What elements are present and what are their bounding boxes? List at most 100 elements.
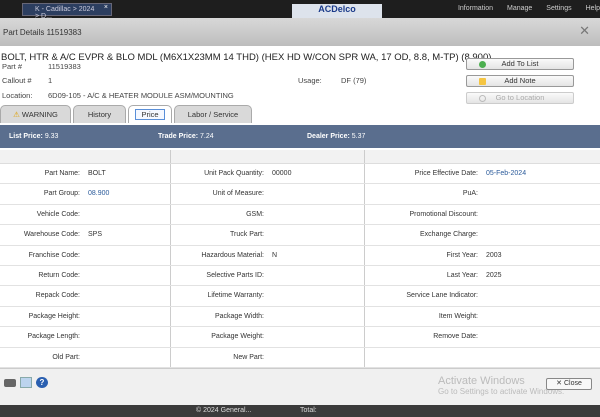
table-row: Warehouse Code: SPS Truck Part: Exchange Ch… bbox=[0, 225, 600, 246]
breadcrumb-tab[interactable]: K - Cadillac > 2024 > D... × bbox=[22, 3, 112, 20]
field-value: 08.900 bbox=[88, 190, 110, 198]
field-value: N bbox=[272, 251, 278, 259]
detail-cell: Hazardous Material: N bbox=[171, 245, 365, 265]
close-label: Close bbox=[563, 380, 582, 387]
field-value: 2003 bbox=[486, 251, 502, 259]
plus-icon bbox=[479, 61, 486, 68]
field-label: Package Width: bbox=[214, 312, 264, 320]
go-to-location-label: Go to Location bbox=[495, 93, 545, 102]
part-details-dialog: Part Details 11519383 ✕ BOLT, HTR & A/C … bbox=[0, 18, 600, 405]
dealer-price-label: Dealer Price: bbox=[307, 133, 350, 140]
field-label: New Part: bbox=[233, 353, 264, 361]
field-label: Exchange Charge: bbox=[420, 231, 478, 239]
tab-history-label: History bbox=[87, 110, 112, 119]
dealer-price-value: 5.37 bbox=[351, 133, 366, 140]
detail-cell: Part Name: BOLT bbox=[0, 164, 171, 184]
table-row: Return Code: Selective Parts ID: Last Year… bbox=[0, 265, 600, 287]
dialog-title: Part Details 11519383 bbox=[3, 27, 82, 37]
usage-value: DF (79) bbox=[341, 76, 367, 85]
field-label: Repack Code: bbox=[35, 292, 80, 300]
field-label: Item Weight: bbox=[438, 312, 478, 320]
table-row: Old Part: New Part: bbox=[0, 347, 600, 368]
detail-cell: Package Length: bbox=[0, 327, 171, 347]
top-bar: K - Cadillac > 2024 > D... × ACDelco Info… bbox=[0, 0, 600, 20]
field-label: Part Group: bbox=[43, 190, 80, 198]
tab-warning-label: WARNING bbox=[21, 110, 58, 119]
close-button[interactable]: ✕ Close bbox=[546, 378, 592, 390]
field-label: Package Weight: bbox=[211, 333, 264, 341]
detail-cell: Item Weight: bbox=[365, 307, 600, 326]
tab-labor-label: Labor / Service bbox=[187, 110, 239, 119]
field-label: Truck Part: bbox=[230, 231, 264, 239]
detail-cell: Lifetime Warranty: bbox=[171, 286, 365, 306]
table-row: Package Height: Package Width: Item Weight… bbox=[0, 306, 600, 328]
tab-price[interactable]: Price bbox=[128, 105, 172, 123]
field-value: SPS bbox=[88, 231, 103, 239]
field-value: 2025 bbox=[486, 271, 502, 279]
detail-cell: Package Weight: bbox=[171, 327, 365, 347]
detail-cell: Promotional Discount: bbox=[365, 205, 600, 224]
detail-cell: Service Lane Indicator: bbox=[365, 286, 600, 305]
nav-settings[interactable]: Settings bbox=[546, 5, 571, 12]
detail-cell: Package Height: bbox=[0, 306, 171, 327]
table-row: Package Length: Package Weight: Remove Dat… bbox=[0, 327, 600, 348]
tab-warning[interactable]: ⚠ WARNING bbox=[0, 105, 71, 123]
callout-value: 1 bbox=[48, 76, 53, 85]
field-label: Unit Pack Quantity: bbox=[204, 170, 264, 177]
detail-cell: Return Code: bbox=[0, 265, 171, 286]
field-label: Promotional Discount: bbox=[409, 210, 478, 218]
detail-cell: Unit of Measure: bbox=[171, 184, 365, 204]
email-icon[interactable] bbox=[20, 377, 32, 388]
detail-cell: Franchise Code: bbox=[0, 245, 171, 265]
usage-label: Usage: bbox=[298, 76, 322, 85]
table-row: Repack Code: Lifetime Warranty: Service La… bbox=[0, 286, 600, 307]
nav-help[interactable]: Help bbox=[586, 5, 600, 12]
field-label: Return Code: bbox=[38, 271, 80, 279]
field-value: 05-Feb-2024 bbox=[486, 170, 527, 177]
help-icon[interactable]: ? bbox=[36, 377, 48, 388]
table-row: Part Group: 08.900 Unit of Measure: PuA: bbox=[0, 184, 600, 205]
add-note-button[interactable]: Add Note bbox=[466, 75, 574, 87]
detail-cell: Selective Parts ID: bbox=[171, 265, 365, 286]
dialog-footer: ? Activate Windows Go to Settings to act… bbox=[0, 368, 600, 405]
add-to-list-label: Add To List bbox=[501, 59, 539, 68]
field-label: Old Part: bbox=[52, 353, 80, 361]
detail-cell: Package Width: bbox=[171, 306, 365, 327]
nav-manage[interactable]: Manage bbox=[507, 5, 532, 12]
magnifier-icon bbox=[479, 95, 486, 102]
field-label: Franchise Code: bbox=[28, 251, 80, 259]
page-footer: © 2024 General... Total: bbox=[0, 405, 600, 417]
list-price-label: List Price: bbox=[9, 133, 43, 140]
field-value: BOLT bbox=[88, 170, 106, 177]
detail-cell: Price Effective Date: 05-Feb-2024 bbox=[365, 164, 600, 183]
tab-history[interactable]: History bbox=[73, 105, 126, 123]
add-to-list-button[interactable]: Add To List bbox=[466, 58, 574, 70]
print-icon[interactable] bbox=[4, 379, 16, 387]
go-to-location-button[interactable]: Go to Location bbox=[466, 92, 574, 104]
warning-icon: ⚠ bbox=[13, 110, 20, 119]
detail-cell: PuA: bbox=[365, 184, 600, 203]
field-label: Remove Date: bbox=[433, 333, 478, 341]
field-label: Unit of Measure: bbox=[212, 190, 264, 198]
nav-information[interactable]: Information bbox=[458, 5, 493, 12]
detail-cell: Unit Pack Quantity: 00000 bbox=[171, 164, 365, 184]
detail-cell: Vehicle Code: bbox=[0, 204, 171, 225]
field-label: Warehouse Code: bbox=[23, 231, 80, 239]
field-label: Lifetime Warranty: bbox=[207, 292, 264, 300]
price-bar: List Price: 9.33 Trade Price: 7.24 Deale… bbox=[0, 125, 600, 148]
detail-cell: Truck Part: bbox=[171, 225, 365, 245]
close-tab-icon[interactable]: × bbox=[104, 4, 108, 11]
field-label: PuA: bbox=[462, 190, 478, 198]
field-label: Price Effective Date: bbox=[414, 170, 478, 177]
detail-cell: First Year: 2003 bbox=[365, 246, 600, 265]
detail-cell: Repack Code: bbox=[0, 286, 171, 306]
close-icon[interactable]: ✕ bbox=[579, 23, 590, 39]
copyright-text: © 2024 General... bbox=[196, 407, 252, 414]
total-label: Total: bbox=[300, 407, 317, 414]
logo: ACDelco bbox=[292, 4, 382, 18]
field-label: Package Height: bbox=[28, 312, 80, 320]
tab-price-label: Price bbox=[135, 109, 165, 120]
tab-labor-service[interactable]: Labor / Service bbox=[174, 105, 252, 123]
field-label: Service Lane Indicator: bbox=[406, 292, 478, 300]
field-label: Last Year: bbox=[446, 271, 478, 279]
